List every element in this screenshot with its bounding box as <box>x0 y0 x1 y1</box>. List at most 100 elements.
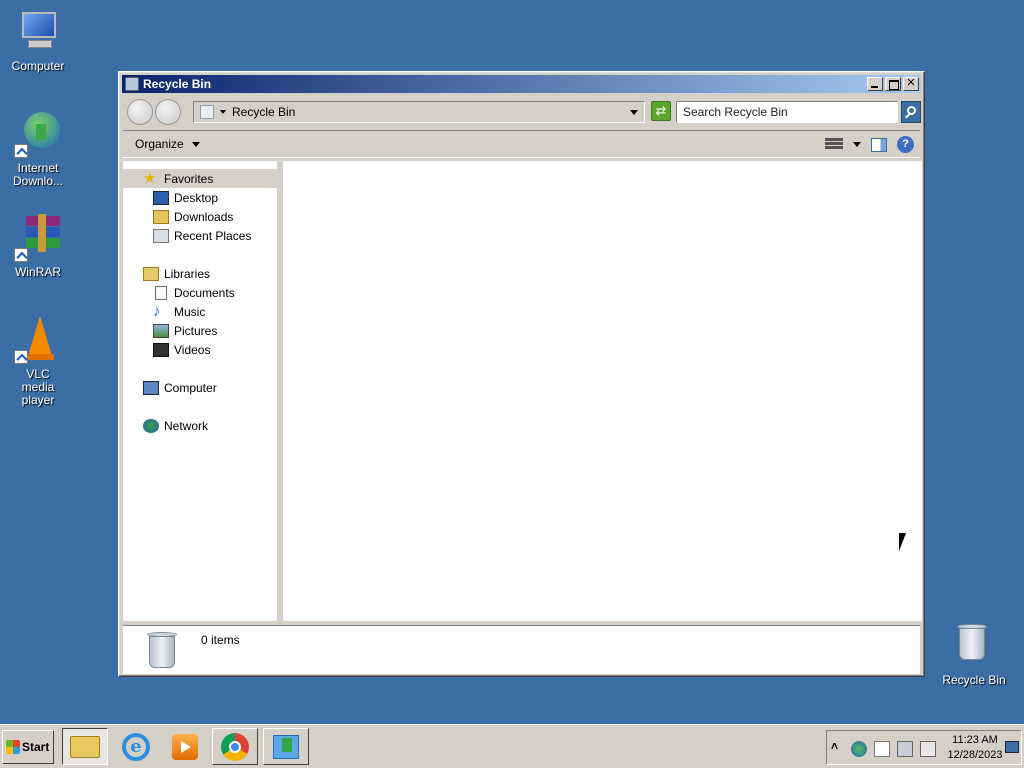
recycle-bin-window[interactable]: Recycle Bin ✕ Recycle Bin ⇄ Search Recyc… <box>118 71 925 677</box>
taskbar-windows-explorer[interactable] <box>62 728 108 765</box>
recycle-bin-icon <box>955 622 993 670</box>
breadcrumb-recycle-bin[interactable]: Recycle Bin <box>232 105 295 119</box>
nav-favorites[interactable]: ★ Favorites <box>123 169 277 188</box>
help-icon[interactable]: ? <box>897 136 914 153</box>
taskbar: Start e ˄ 11:23 AM 12/28/2023 <box>0 724 1024 768</box>
shortcut-arrow-icon <box>14 350 28 364</box>
clock-date: 12/28/2023 <box>947 749 1003 761</box>
address-dropdown-icon[interactable] <box>630 110 638 115</box>
mouse-cursor-icon <box>899 533 906 551</box>
search-input[interactable]: Search Recycle Bin <box>676 101 898 123</box>
action-center-flag-icon[interactable] <box>874 741 890 757</box>
minimize-button[interactable] <box>867 77 883 91</box>
taskbar-windows-media-player[interactable] <box>162 728 208 765</box>
taskbar-internet-explorer[interactable]: e <box>113 728 159 765</box>
nav-label: Videos <box>174 342 211 357</box>
nav-label: Computer <box>164 380 217 395</box>
view-options-dropdown-icon[interactable] <box>853 142 861 147</box>
file-list-area[interactable] <box>283 161 922 621</box>
download-arrow-icon <box>273 734 299 759</box>
desktop-icon-label: Internet Downlo... <box>12 161 64 188</box>
recycle-bin-address-icon <box>200 105 214 119</box>
show-desktop-icon[interactable] <box>1005 741 1019 753</box>
nav-music[interactable]: ♪ Music <box>123 302 277 321</box>
desktop-icon <box>153 190 169 205</box>
documents-icon <box>155 285 167 300</box>
desktop-icon-recycle-bin[interactable]: Recycle Bin <box>936 622 1012 687</box>
nav-label: Recent Places <box>174 228 252 243</box>
libraries-icon <box>143 266 159 281</box>
recycle-bin-small-icon <box>125 77 139 91</box>
network-icon <box>143 418 159 433</box>
search-button[interactable] <box>901 101 921 123</box>
media-player-icon <box>172 733 198 760</box>
nav-label: Documents <box>174 285 235 300</box>
nav-label: Music <box>174 304 206 319</box>
desktop-icon-label: VLC media player <box>21 367 55 407</box>
shortcut-arrow-icon <box>14 248 28 262</box>
item-count: 0 items <box>201 633 240 647</box>
nav-videos[interactable]: Videos <box>123 340 277 359</box>
folder-icon <box>70 735 100 758</box>
organize-label: Organize <box>135 137 184 151</box>
videos-icon <box>153 342 169 357</box>
nav-label: Libraries <box>164 266 211 281</box>
refresh-button[interactable]: ⇄ <box>651 101 671 121</box>
windows-logo-icon <box>6 740 20 754</box>
volume-muted-icon[interactable] <box>920 741 936 757</box>
nav-label: Pictures <box>174 323 218 338</box>
navigation-pane: ★ Favorites Desktop Downloads Recent Pla… <box>123 161 280 621</box>
details-pane: 0 items <box>123 625 920 674</box>
network-status-icon[interactable] <box>897 741 913 757</box>
back-button[interactable] <box>127 99 153 125</box>
nav-label: Favorites <box>164 171 214 186</box>
command-bar: Organize ? <box>123 130 920 158</box>
internet-download-manager-icon <box>14 110 62 158</box>
nav-computer[interactable]: Computer <box>123 378 277 397</box>
change-view-icon[interactable] <box>825 137 843 152</box>
address-row: Recycle Bin ⇄ Search Recycle Bin <box>123 96 921 128</box>
nav-pictures[interactable]: Pictures <box>123 321 277 340</box>
downloads-folder-icon <box>153 209 169 224</box>
nav-network[interactable]: Network <box>123 416 277 435</box>
nav-recent-places[interactable]: Recent Places <box>123 226 277 245</box>
shortcut-arrow-icon <box>14 144 28 158</box>
desktop-icon-internet-download-manager[interactable]: Internet Downlo... <box>0 110 76 188</box>
window-title: Recycle Bin <box>143 77 212 91</box>
winrar-icon <box>14 214 62 262</box>
nav-label: Downloads <box>174 209 234 224</box>
desktop-icon-winrar[interactable]: WinRAR <box>0 214 76 279</box>
nav-libraries[interactable]: Libraries <box>123 264 277 283</box>
maximize-button[interactable] <box>885 77 901 91</box>
clock[interactable]: 11:23 AM 12/28/2023 <box>947 733 1003 763</box>
chrome-icon <box>221 732 249 761</box>
breadcrumb-chevron-icon[interactable] <box>220 110 226 114</box>
star-icon: ★ <box>143 169 157 187</box>
nav-desktop[interactable]: Desktop <box>123 188 277 207</box>
address-bar[interactable]: Recycle Bin <box>193 101 645 123</box>
title-bar[interactable]: Recycle Bin ✕ <box>122 75 921 93</box>
nav-label: Network <box>164 418 209 433</box>
desktop-icon-label: Computer <box>11 59 65 73</box>
desktop-icon-label: WinRAR <box>14 265 61 279</box>
close-button[interactable]: ✕ <box>903 77 919 91</box>
recent-places-icon <box>153 228 169 243</box>
vlc-icon <box>14 316 62 364</box>
nav-documents[interactable]: Documents <box>123 283 277 302</box>
forward-button[interactable] <box>155 99 181 125</box>
start-button[interactable]: Start <box>2 730 54 764</box>
show-hidden-icons-icon[interactable]: ˄ <box>831 739 847 755</box>
taskbar-google-chrome[interactable] <box>212 728 258 765</box>
clock-time: 11:23 AM <box>952 734 998 746</box>
organize-button[interactable]: Organize <box>135 137 200 151</box>
desktop-icon-computer[interactable]: Computer <box>0 8 76 73</box>
taskbar-downloader[interactable] <box>263 728 309 765</box>
desktop-icon-vlc[interactable]: VLC media player <box>0 316 76 407</box>
internet-explorer-icon: e <box>122 732 150 761</box>
desktop-icon-label: Recycle Bin <box>942 673 1006 687</box>
nav-downloads[interactable]: Downloads <box>123 207 277 226</box>
start-label: Start <box>22 740 50 754</box>
internet-download-manager-tray-icon[interactable] <box>851 741 867 757</box>
nav-label: Desktop <box>174 190 219 205</box>
preview-pane-icon[interactable] <box>871 137 887 152</box>
